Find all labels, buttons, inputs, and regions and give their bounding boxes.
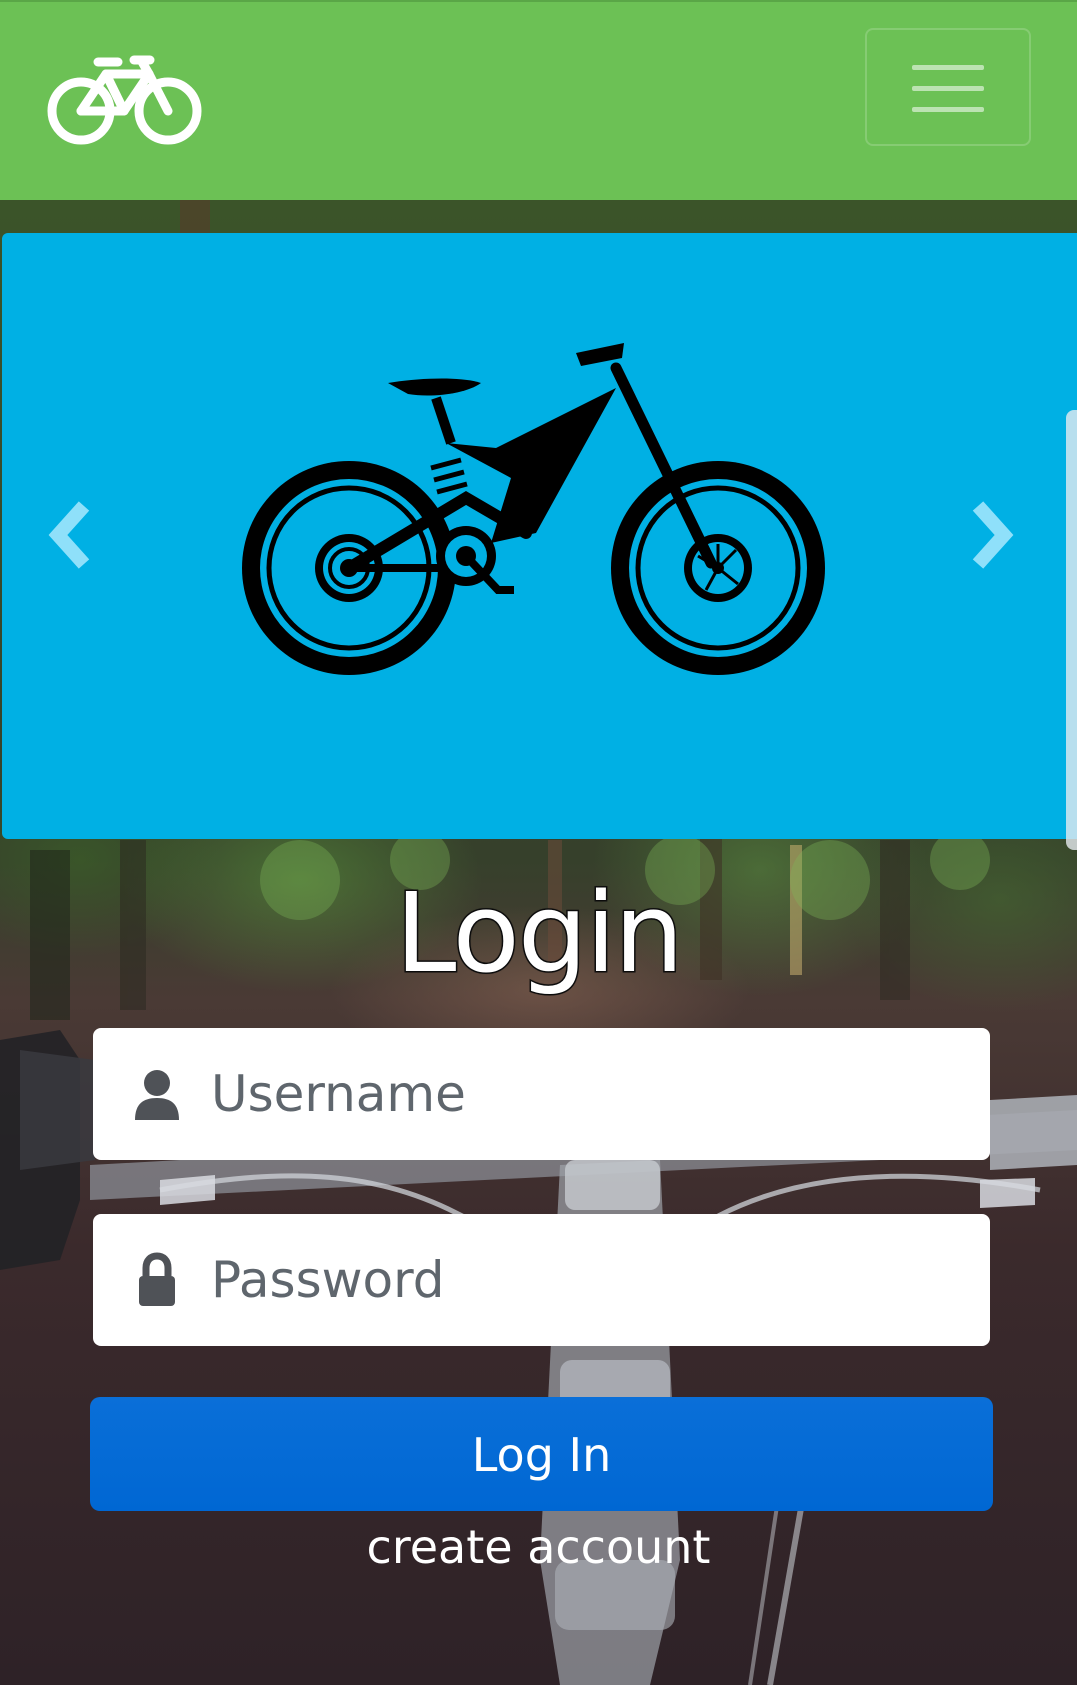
mountain-bike-illustration bbox=[242, 343, 825, 675]
create-account-link[interactable]: create account bbox=[0, 1516, 1077, 1578]
password-input[interactable] bbox=[211, 1214, 971, 1346]
user-icon bbox=[135, 1070, 179, 1120]
hamburger-bar bbox=[912, 86, 984, 91]
carousel-prev-button[interactable] bbox=[44, 500, 104, 570]
top-navbar bbox=[0, 0, 1077, 200]
username-field[interactable] bbox=[93, 1028, 990, 1160]
login-title: Login bbox=[394, 868, 686, 999]
login-button[interactable]: Log In bbox=[90, 1397, 993, 1511]
bicycle-icon[interactable] bbox=[46, 54, 204, 146]
hamburger-menu-button[interactable] bbox=[865, 28, 1031, 146]
image-carousel[interactable] bbox=[2, 233, 1077, 839]
password-field[interactable] bbox=[93, 1214, 990, 1346]
hamburger-menu-icon bbox=[912, 65, 984, 70]
chevron-left-icon bbox=[48, 501, 90, 569]
hamburger-bar bbox=[912, 107, 984, 112]
carousel-next-button[interactable] bbox=[960, 500, 1020, 570]
chevron-right-icon bbox=[972, 501, 1014, 569]
scrollbar[interactable] bbox=[1066, 410, 1077, 850]
username-input[interactable] bbox=[211, 1028, 971, 1160]
lock-icon bbox=[139, 1252, 175, 1306]
